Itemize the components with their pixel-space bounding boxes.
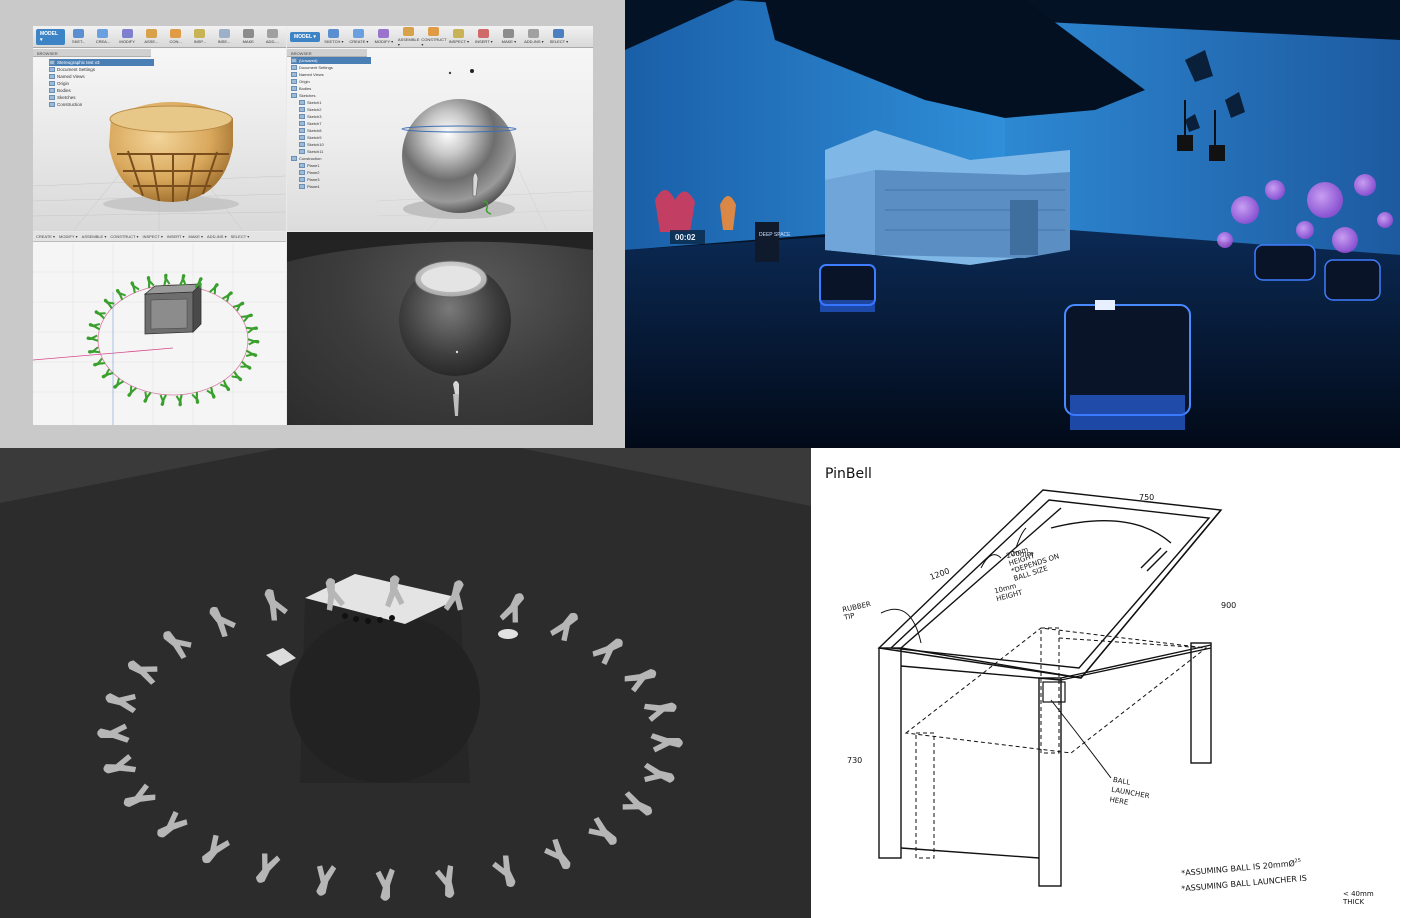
viewport-dark-render[interactable] — [287, 232, 593, 425]
dark-sphere-render — [287, 232, 593, 416]
pinbell-drawing: PinBell 750 1200 900 730 20mm 20mm HEIGH… — [811, 448, 1401, 918]
viewport-sketch-ring[interactable]: CREATE ▾ MODIFY ▾ ASSEMBLE ▾ CONSTRUCT ▾… — [33, 232, 286, 425]
exhibit-photo: 00:02 DEEP SPACE — [625, 0, 1400, 448]
figure-silhouette — [93, 357, 105, 367]
figure-silhouette — [103, 298, 115, 309]
figure-silhouette — [175, 394, 183, 407]
exhibit-timer: 00:02 — [675, 233, 696, 242]
figure-silhouette — [101, 368, 114, 379]
note-thickness: < 40mm THICK — [1343, 890, 1374, 906]
ring-render — [0, 448, 811, 918]
viewport-chrome-sphere[interactable]: MODEL ▾ SKETCH ▾ CREATE ▾ MODIFY ▾ ASSEM… — [287, 26, 593, 231]
figure-silhouette — [163, 273, 171, 286]
dim-right: 900 — [1221, 601, 1236, 610]
figure-silhouette — [86, 334, 99, 342]
chrome-sphere-render — [376, 69, 593, 231]
dim-top: 750 — [1139, 493, 1154, 502]
figure-silhouette — [206, 386, 216, 399]
figure-silhouette — [219, 379, 231, 392]
pinbell-sketch: PinBell 750 1200 900 730 20mm — [825, 466, 1236, 887]
figure-silhouette — [231, 371, 243, 382]
ring-render-panel — [0, 448, 811, 918]
figure-silhouette — [88, 322, 101, 331]
drawing-title: PinBell — [825, 466, 872, 482]
figure-silhouette — [241, 313, 253, 323]
figure-silhouette — [159, 394, 167, 407]
exhibit-scene: 00:02 DEEP SPACE — [625, 0, 1400, 448]
figure-silhouette — [247, 338, 260, 346]
figure-silhouette — [127, 385, 137, 397]
figure-silhouette — [232, 301, 245, 312]
figure-silhouette — [115, 288, 127, 301]
figure-silhouette — [94, 310, 106, 320]
dim-height: 730 — [847, 756, 862, 765]
figure-silhouette — [130, 281, 140, 294]
figure-silhouette — [245, 349, 258, 358]
sketch-ring-drawing — [33, 244, 286, 425]
wood-bowl-render — [33, 102, 286, 231]
dim-side-left: 1200 — [929, 566, 951, 581]
cad-window: MODEL ▾ SKET... CREA... MODIFY ASSE... C… — [33, 26, 593, 425]
figure-silhouette — [209, 283, 219, 295]
viewport-wood-bowl[interactable]: MODEL ▾ SKET... CREA... MODIFY ASSE... C… — [33, 26, 286, 231]
note-ball-launcher: BALL LAUNCHER HERE — [1108, 775, 1151, 807]
deep-space-sign: DEEP SPACE — [759, 232, 791, 238]
